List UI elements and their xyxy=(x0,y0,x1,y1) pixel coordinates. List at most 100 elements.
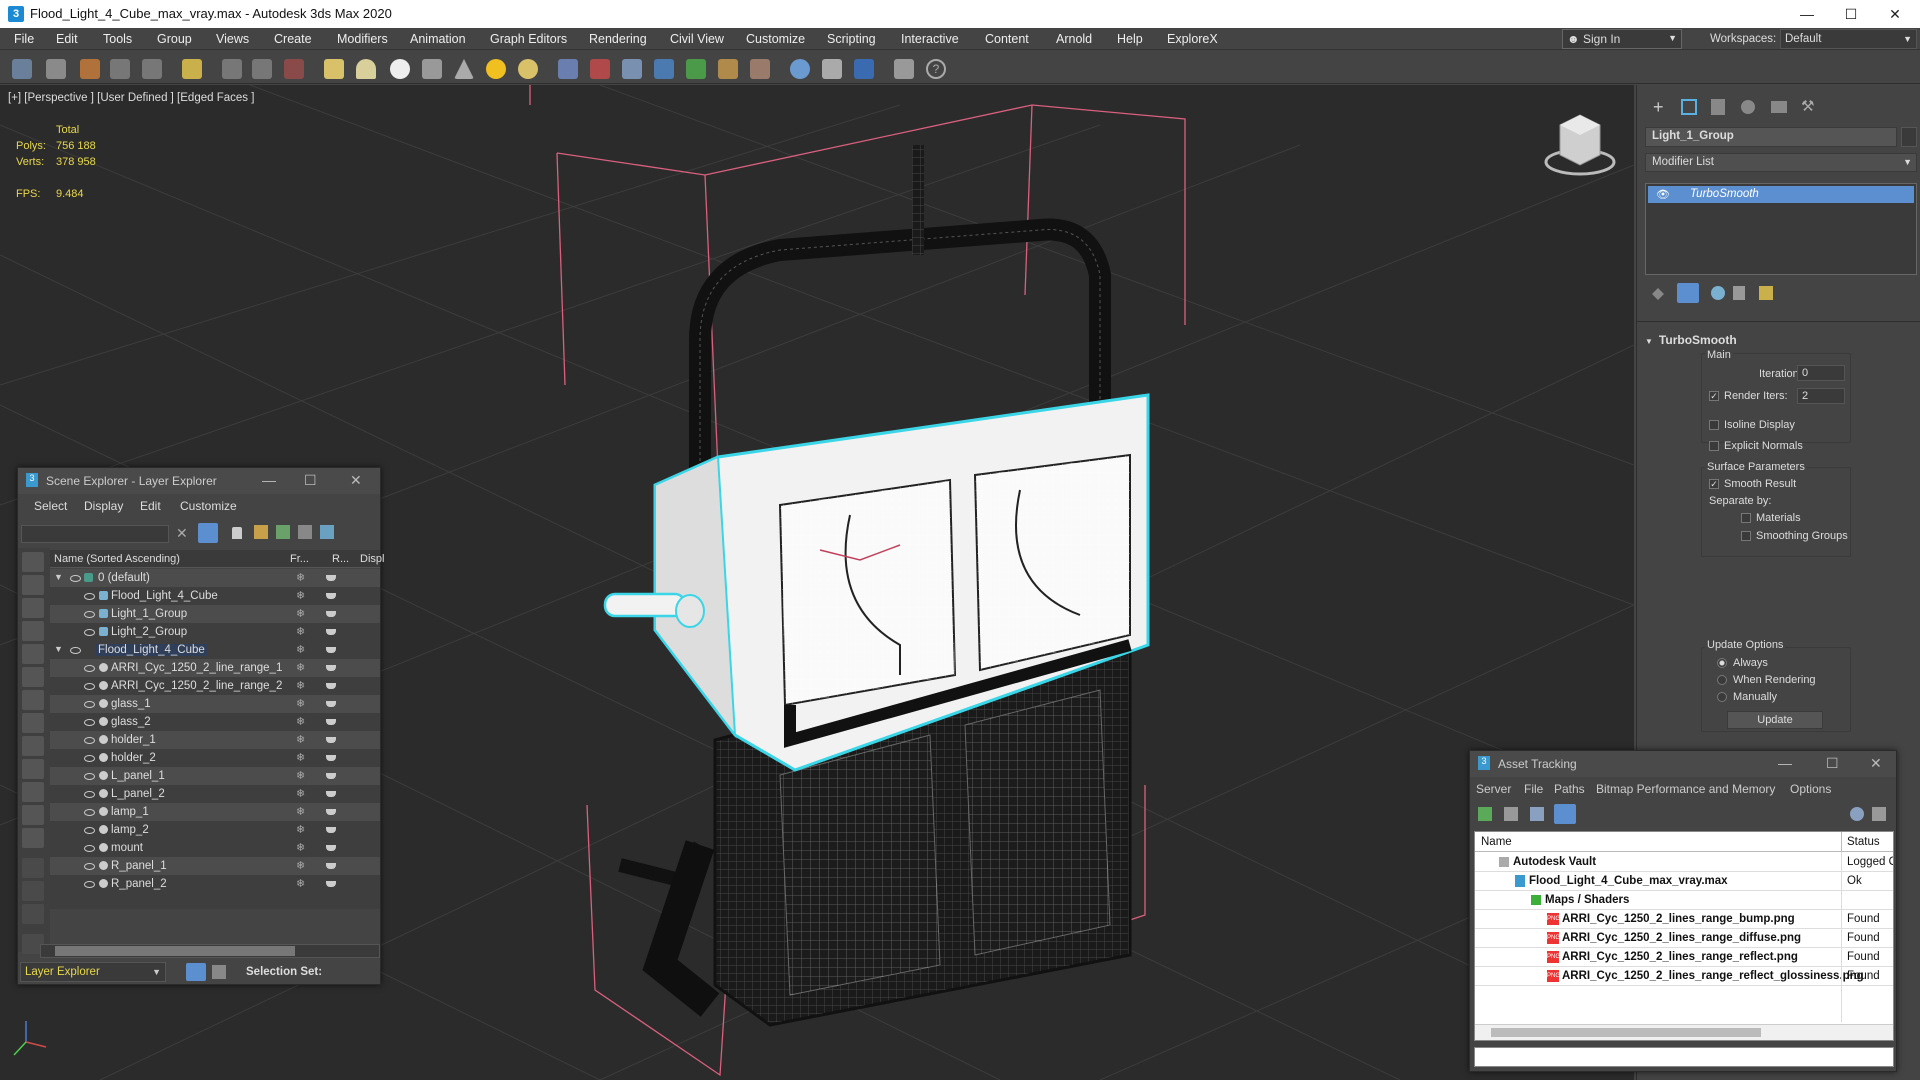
eye-icon[interactable] xyxy=(70,575,81,582)
freeze-icon[interactable]: ❄ xyxy=(296,607,305,620)
scrollbar-thumb[interactable] xyxy=(55,946,295,956)
lock-icon[interactable] xyxy=(232,527,242,539)
shapes-filter-icon[interactable] xyxy=(22,598,44,618)
tree-view-icon[interactable] xyxy=(1530,807,1544,821)
menu-tools[interactable]: Tools xyxy=(103,32,132,46)
viewcube-icon[interactable] xyxy=(1544,114,1616,176)
menu-create[interactable]: Create xyxy=(274,32,312,46)
filter-icon[interactable] xyxy=(198,523,218,543)
bones-filter-icon[interactable] xyxy=(22,759,44,779)
explorer-type-dropdown[interactable]: Layer Explorer ▼ xyxy=(20,962,166,982)
freeze-icon[interactable]: ❄ xyxy=(296,805,305,818)
menu-customize[interactable]: Customize xyxy=(746,32,805,46)
display-none-icon[interactable] xyxy=(22,552,44,572)
tree-row[interactable]: glass_2 ❄ xyxy=(50,713,380,731)
eye-icon[interactable] xyxy=(70,647,81,654)
menu-arnold[interactable]: Arnold xyxy=(1056,32,1092,46)
column-name-header[interactable]: Name (Sorted Ascending) xyxy=(54,553,180,565)
scrollbar-thumb[interactable] xyxy=(1491,1028,1761,1037)
menu-group[interactable]: Group xyxy=(157,32,192,46)
column-name-header[interactable]: Name xyxy=(1481,836,1512,848)
tree-row[interactable]: R_panel_2 ❄ xyxy=(50,875,380,893)
close-button[interactable]: ✕ xyxy=(1872,0,1918,28)
layers-icon[interactable] xyxy=(320,525,334,539)
tree-row[interactable]: R_panel_1 ❄ xyxy=(50,857,380,875)
renderable-teapot-icon[interactable] xyxy=(326,665,336,671)
menu-rendering[interactable]: Rendering xyxy=(589,32,647,46)
menu-display[interactable]: Display xyxy=(84,499,123,513)
iterations-spinner[interactable]: 0 xyxy=(1797,365,1845,381)
freeze-icon[interactable]: ❄ xyxy=(296,859,305,872)
tree-row[interactable]: holder_1 ❄ xyxy=(50,731,380,749)
make-unique-icon[interactable] xyxy=(1711,286,1725,300)
lights-filter-icon[interactable] xyxy=(22,621,44,641)
renderable-teapot-icon[interactable] xyxy=(326,755,336,761)
scene-explorer-titlebar[interactable]: 3 Scene Explorer - Layer Explorer — ☐ ✕ xyxy=(18,468,380,494)
minimize-button[interactable]: — xyxy=(262,472,276,488)
tree-row[interactable]: Light_2_Group ❄ xyxy=(50,623,380,641)
motion-tab-icon[interactable] xyxy=(1741,100,1755,114)
asset-row[interactable]: PNG ARRI_Cyc_1250_2_lines_range_reflect.p… xyxy=(1475,948,1893,967)
workspaces-dropdown[interactable]: Default ▼ xyxy=(1780,29,1917,49)
menu-help[interactable]: Help xyxy=(1117,32,1143,46)
asset-row[interactable]: PNG ARRI_Cyc_1250_2_lines_range_reflect_g… xyxy=(1475,967,1893,986)
asset-tracking-titlebar[interactable]: 3 Asset Tracking — ☐ ✕ xyxy=(1470,751,1896,777)
freeze-icon[interactable]: ❄ xyxy=(296,733,305,746)
renderable-teapot-icon[interactable] xyxy=(326,719,336,725)
horizontal-scrollbar[interactable] xyxy=(1475,1024,1893,1040)
remove-modifier-icon[interactable] xyxy=(1733,286,1745,300)
list-view-icon[interactable] xyxy=(1504,807,1518,821)
menu-edit[interactable]: Edit xyxy=(56,32,78,46)
create-tab-icon[interactable]: + xyxy=(1653,97,1664,118)
help-icon[interactable] xyxy=(1850,807,1864,821)
select-link-icon[interactable] xyxy=(80,59,100,79)
eye-icon[interactable] xyxy=(84,593,95,600)
freeze-icon[interactable]: ❄ xyxy=(296,715,305,728)
pin-stack-icon[interactable] xyxy=(1652,288,1664,300)
eye-icon[interactable] xyxy=(84,629,95,636)
vray-grid-icon[interactable] xyxy=(558,59,578,79)
layers-mode-icon[interactable] xyxy=(186,963,206,981)
renderable-teapot-icon[interactable] xyxy=(326,611,336,617)
renderable-teapot-icon[interactable] xyxy=(326,575,336,581)
tree-row[interactable]: glass_1 ❄ xyxy=(50,695,380,713)
menu-customize[interactable]: Customize xyxy=(180,499,237,513)
menu-animation[interactable]: Animation xyxy=(410,32,466,46)
update-button[interactable]: Update xyxy=(1727,711,1823,729)
eye-icon[interactable] xyxy=(84,611,95,618)
undo-icon[interactable] xyxy=(12,59,32,79)
tree-row[interactable]: L_panel_2 ❄ xyxy=(50,785,380,803)
close-button[interactable]: ✕ xyxy=(1870,755,1882,772)
asset-row[interactable]: Autodesk Vault Logged O xyxy=(1475,853,1893,872)
column-renderable-header[interactable]: R... xyxy=(332,553,349,565)
minimize-button[interactable]: — xyxy=(1778,755,1792,771)
maximize-button[interactable]: ☐ xyxy=(304,472,317,489)
freeze-icon[interactable]: ❄ xyxy=(296,787,305,800)
tree-row[interactable]: L_panel_1 ❄ xyxy=(50,767,380,785)
tree-row[interactable]: ARRI_Cyc_1250_2_line_range_2 ❄ xyxy=(50,677,380,695)
teapot-icon[interactable] xyxy=(422,59,442,79)
render-setup-icon[interactable] xyxy=(822,59,842,79)
menu-paths[interactable]: Paths xyxy=(1554,782,1585,796)
renderable-teapot-icon[interactable] xyxy=(326,809,336,815)
render-iters-spinner[interactable]: 2 xyxy=(1797,388,1845,404)
tree-row[interactable]: lamp_2 ❄ xyxy=(50,821,380,839)
vray-sun-icon[interactable] xyxy=(718,59,738,79)
object-name-field[interactable]: Light_1_Group xyxy=(1645,127,1897,147)
unlink-icon[interactable] xyxy=(110,59,130,79)
layer-manager-icon[interactable] xyxy=(894,59,914,79)
column-status-header[interactable]: Status xyxy=(1847,836,1880,848)
renderable-teapot-icon[interactable] xyxy=(326,737,336,743)
asset-row[interactable]: PNG ARRI_Cyc_1250_2_lines_range_diffuse.p… xyxy=(1475,929,1893,948)
eye-icon[interactable] xyxy=(84,701,95,708)
expand-icon[interactable]: ▼ xyxy=(54,572,63,582)
light-bulb-icon[interactable] xyxy=(182,59,202,79)
freeze-icon[interactable]: ❄ xyxy=(296,679,305,692)
refresh-icon[interactable] xyxy=(1478,807,1492,821)
renderable-teapot-icon[interactable] xyxy=(326,683,336,689)
tree-row[interactable]: lamp_1 ❄ xyxy=(50,803,380,821)
object-color-swatch[interactable] xyxy=(1901,127,1917,147)
eye-icon[interactable] xyxy=(84,737,95,744)
menu-content[interactable]: Content xyxy=(985,32,1029,46)
menu-modifiers[interactable]: Modifiers xyxy=(337,32,388,46)
